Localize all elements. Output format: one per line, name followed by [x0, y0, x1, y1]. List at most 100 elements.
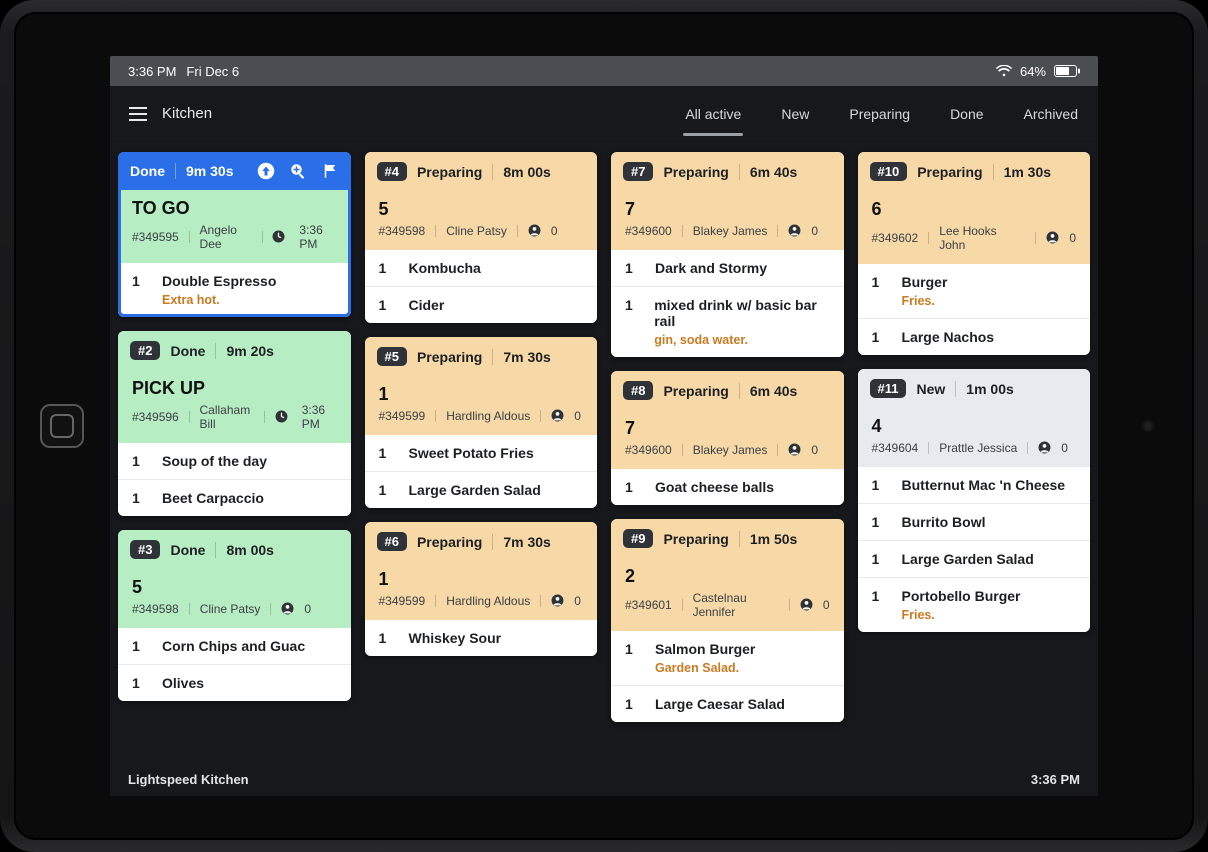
customer-name: Blakey James — [693, 224, 768, 238]
ticket-items: 1Goat cheese balls — [611, 469, 844, 505]
ticket-status: Preparing — [417, 164, 482, 180]
ticket-subheader: 1#349599Hardling Aldous 0 — [365, 561, 598, 620]
ticket-destination: 1 — [379, 569, 584, 590]
ticket-destination: 1 — [379, 384, 584, 405]
item-qty: 1 — [132, 453, 144, 469]
order-number: #349604 — [872, 441, 919, 455]
ticket-item[interactable]: 1Cider — [365, 286, 598, 323]
battery-percent: 64% — [1020, 64, 1046, 79]
item-name: Sweet Potato Fries — [409, 445, 534, 461]
ticket-card[interactable]: Done9m 30sTO GO#349595Angelo Dee3:36 PM1… — [118, 152, 351, 317]
ticket-card[interactable]: #5Preparing7m 30s1#349599Hardling Aldous… — [365, 337, 598, 508]
flag-icon[interactable] — [321, 162, 339, 180]
ticket-item[interactable]: 1Butternut Mac 'n Cheese — [858, 467, 1091, 503]
clock-icon — [275, 410, 292, 424]
ticket-card[interactable]: #2Done9m 20sPICK UP#349596Callaham Bill3… — [118, 331, 351, 516]
ticket-status: Preparing — [663, 383, 728, 399]
ticket-item[interactable]: 1Corn Chips and Guac — [118, 628, 351, 664]
ticket-items: 1Butternut Mac 'n Cheese1Burrito Bowl1La… — [858, 467, 1091, 632]
ticket-items: 1Sweet Potato Fries1Large Garden Salad — [365, 435, 598, 508]
item-name: Whiskey Sour — [409, 630, 502, 646]
person-icon — [1046, 231, 1059, 245]
ticket-card[interactable]: #11New1m 00s4#349604Prattle Jessica 01Bu… — [858, 369, 1091, 632]
ticket-card[interactable]: #10Preparing1m 30s6#349602Lee Hooks John… — [858, 152, 1091, 355]
footer-clock: 3:36 PM — [1031, 772, 1080, 787]
item-modifier: Fries. — [902, 294, 948, 308]
ticket-timer: 6m 40s — [750, 383, 797, 399]
ticket-card[interactable]: #9Preparing1m 50s2#349601Castelnau Jenni… — [611, 519, 844, 722]
ticket-item[interactable]: 1Kombucha — [365, 250, 598, 286]
customer-name: Hardling Aldous — [446, 594, 530, 608]
ticket-item[interactable]: 1BurgerFries. — [858, 264, 1091, 318]
ticket-item[interactable]: 1Double EspressoExtra hot. — [118, 263, 351, 317]
ticket-item[interactable]: 1Large Garden Salad — [858, 540, 1091, 577]
ticket-card[interactable]: #4Preparing8m 00s5#349598Cline Patsy 01K… — [365, 152, 598, 323]
item-qty: 1 — [132, 490, 144, 506]
page-title: Kitchen — [162, 105, 212, 122]
ticket-header: #5Preparing7m 30s — [365, 337, 598, 376]
ticket-items: 1Salmon BurgerGarden Salad.1Large Caesar… — [611, 631, 844, 722]
ticket-card[interactable]: #3Done8m 00s5#349598Cline Patsy 01Corn C… — [118, 530, 351, 701]
order-number: #349602 — [872, 231, 919, 245]
item-name: Olives — [162, 675, 204, 691]
person-icon — [551, 409, 564, 423]
item-name: Corn Chips and Guac — [162, 638, 305, 654]
ticket-item[interactable]: 1Whiskey Sour — [365, 620, 598, 656]
zoom-icon[interactable] — [289, 162, 307, 180]
ticket-item[interactable]: 1Large Garden Salad — [365, 471, 598, 508]
ticket-status: New — [916, 381, 945, 397]
ticket-item[interactable]: 1Large Caesar Salad — [611, 685, 844, 722]
ticket-item[interactable]: 1Sweet Potato Fries — [365, 435, 598, 471]
order-number: #349601 — [625, 598, 672, 612]
item-name: Beet Carpaccio — [162, 490, 264, 506]
item-qty: 1 — [625, 696, 637, 712]
tab-new[interactable]: New — [779, 100, 811, 128]
ticket-item[interactable]: 1mixed drink w/ basic bar railgin, soda … — [611, 286, 844, 357]
guest-count: 0 — [811, 224, 818, 238]
ticket-item[interactable]: 1Large Nachos — [858, 318, 1091, 355]
ticket-destination: 5 — [379, 199, 584, 220]
ticket-status: Done — [170, 343, 205, 359]
ticket-item[interactable]: 1Portobello BurgerFries. — [858, 577, 1091, 632]
person-icon — [281, 602, 294, 616]
ticket-item[interactable]: 1Dark and Stormy — [611, 250, 844, 286]
ticket-items: 1Kombucha1Cider — [365, 250, 598, 323]
ticket-subheader: 7#349600Blakey James 0 — [611, 191, 844, 250]
tab-preparing[interactable]: Preparing — [847, 100, 912, 128]
ticket-subheader: PICK UP#349596Callaham Bill3:36 PM — [118, 370, 351, 443]
ticket-item[interactable]: 1Soup of the day — [118, 443, 351, 479]
ticket-card[interactable]: #8Preparing6m 40s7#349600Blakey James 01… — [611, 371, 844, 505]
ticket-header: #9Preparing1m 50s — [611, 519, 844, 558]
footer-brand: Lightspeed Kitchen — [128, 772, 249, 787]
ticket-subheader: 1#349599Hardling Aldous 0 — [365, 376, 598, 435]
ticket-item[interactable]: 1Goat cheese balls — [611, 469, 844, 505]
tab-archived[interactable]: Archived — [1022, 100, 1080, 128]
menu-icon[interactable] — [128, 106, 148, 122]
item-qty: 1 — [379, 297, 391, 313]
item-name: Burrito Bowl — [902, 514, 986, 530]
home-button[interactable] — [40, 404, 84, 448]
ticket-item[interactable]: 1Olives — [118, 664, 351, 701]
ticket-number: #4 — [377, 162, 407, 181]
person-icon — [788, 224, 801, 238]
ticket-header: #8Preparing6m 40s — [611, 371, 844, 410]
customer-name: Blakey James — [693, 443, 768, 457]
item-modifier: Extra hot. — [162, 293, 276, 307]
ticket-card[interactable]: #6Preparing7m 30s1#349599Hardling Aldous… — [365, 522, 598, 656]
tab-all-active[interactable]: All active — [683, 100, 743, 128]
status-time: 3:36 PM — [128, 64, 176, 79]
bump-up-icon[interactable] — [257, 162, 275, 180]
tab-done[interactable]: Done — [948, 100, 985, 128]
ticket-item[interactable]: 1Salmon BurgerGarden Salad. — [611, 631, 844, 685]
item-qty: 1 — [625, 641, 637, 657]
customer-name: Prattle Jessica — [939, 441, 1017, 455]
ticket-item[interactable]: 1 Beet Carpaccio — [118, 479, 351, 516]
ticket-card[interactable]: #7Preparing6m 40s7#349600Blakey James 01… — [611, 152, 844, 357]
status-bar: 3:36 PM Fri Dec 6 64% — [110, 56, 1098, 86]
ticket-status: Preparing — [417, 349, 482, 365]
ticket-item[interactable]: 1Burrito Bowl — [858, 503, 1091, 540]
item-modifier: Fries. — [902, 608, 1021, 622]
order-number: #349599 — [379, 409, 426, 423]
guest-count: 0 — [574, 594, 581, 608]
ticket-timer: 6m 40s — [750, 164, 797, 180]
